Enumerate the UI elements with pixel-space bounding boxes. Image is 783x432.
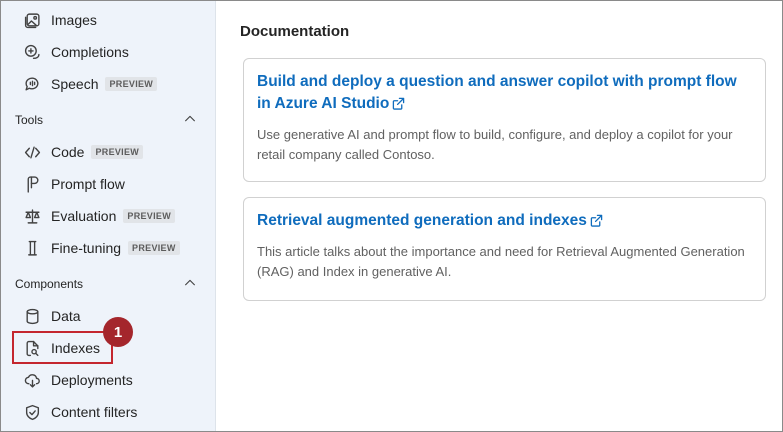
sidebar-item-label: Completions: [51, 44, 129, 60]
preview-badge: PREVIEW: [128, 241, 180, 255]
doc-card-title[interactable]: Build and deploy a question and answer c…: [257, 71, 753, 117]
sidebar-item-speech[interactable]: Speech PREVIEW: [23, 70, 158, 98]
images-icon: [23, 11, 41, 29]
app-window: Images Completions Speech PREVIEW Tools: [0, 0, 783, 432]
speech-icon: [23, 75, 41, 93]
doc-card[interactable]: Build and deploy a question and answer c…: [243, 58, 766, 182]
code-icon: [23, 143, 41, 161]
sidebar-item-images[interactable]: Images: [23, 6, 97, 34]
shield-icon: [23, 403, 41, 421]
preview-badge: PREVIEW: [123, 209, 175, 223]
doc-card[interactable]: Retrieval augmented generation and index…: [243, 197, 766, 301]
sidebar-item-label: Content filters: [51, 404, 138, 420]
section-title: Components: [15, 277, 84, 291]
flask-icon: [23, 239, 41, 257]
doc-link[interactable]: Build and deploy a question and answer c…: [257, 73, 737, 112]
chevron-up-icon[interactable]: [183, 112, 197, 129]
sidebar-item-label: Data: [51, 308, 81, 324]
section-heading: Documentation: [240, 23, 350, 40]
preview-badge: PREVIEW: [91, 145, 144, 159]
cloud-icon: [23, 371, 41, 389]
sidebar-item-label: Evaluation: [51, 208, 117, 224]
prompt-flow-icon: [23, 175, 41, 193]
sidebar: Images Completions Speech PREVIEW Tools: [1, 1, 216, 431]
database-icon: [23, 307, 41, 325]
completions-icon: [23, 43, 41, 61]
preview-badge: PREVIEW: [105, 77, 158, 91]
section-title: Tools: [15, 113, 44, 127]
doc-card-description: This article talks about the importance …: [257, 244, 745, 279]
sidebar-item-deployments[interactable]: Deployments: [23, 366, 133, 394]
highlight-box: [12, 331, 113, 364]
scale-icon: [23, 207, 41, 225]
section-header-components[interactable]: Components: [15, 273, 197, 295]
sidebar-item-content-filters[interactable]: Content filters: [23, 398, 137, 426]
doc-link[interactable]: Retrieval augmented generation and index…: [257, 212, 587, 229]
external-link-icon: [392, 95, 405, 117]
doc-card-description: Use generative AI and prompt flow to bui…: [257, 127, 733, 162]
sidebar-item-label: Code: [51, 144, 85, 160]
main-content: Documentation Build and deploy a questio…: [216, 1, 782, 431]
sidebar-item-label: Speech: [51, 76, 99, 92]
doc-card-title[interactable]: Retrieval augmented generation and index…: [257, 210, 753, 234]
sidebar-item-label: Deployments: [51, 372, 133, 388]
sidebar-item-prompt-flow[interactable]: Prompt flow: [23, 170, 125, 198]
sidebar-item-fine-tuning[interactable]: Fine-tuning PREVIEW: [23, 234, 180, 262]
section-header-tools[interactable]: Tools: [15, 109, 197, 131]
sidebar-item-data[interactable]: Data: [23, 302, 81, 330]
sidebar-item-label: Prompt flow: [51, 176, 125, 192]
sidebar-item-completions[interactable]: Completions: [23, 38, 129, 66]
sidebar-item-evaluation[interactable]: Evaluation PREVIEW: [23, 202, 175, 230]
sidebar-item-label: Images: [51, 12, 97, 28]
step-marker: 1: [103, 317, 133, 347]
chevron-up-icon[interactable]: [183, 276, 197, 293]
external-link-icon: [590, 212, 603, 234]
sidebar-item-code[interactable]: Code PREVIEW: [23, 138, 144, 166]
sidebar-item-label: Fine-tuning: [51, 240, 122, 256]
